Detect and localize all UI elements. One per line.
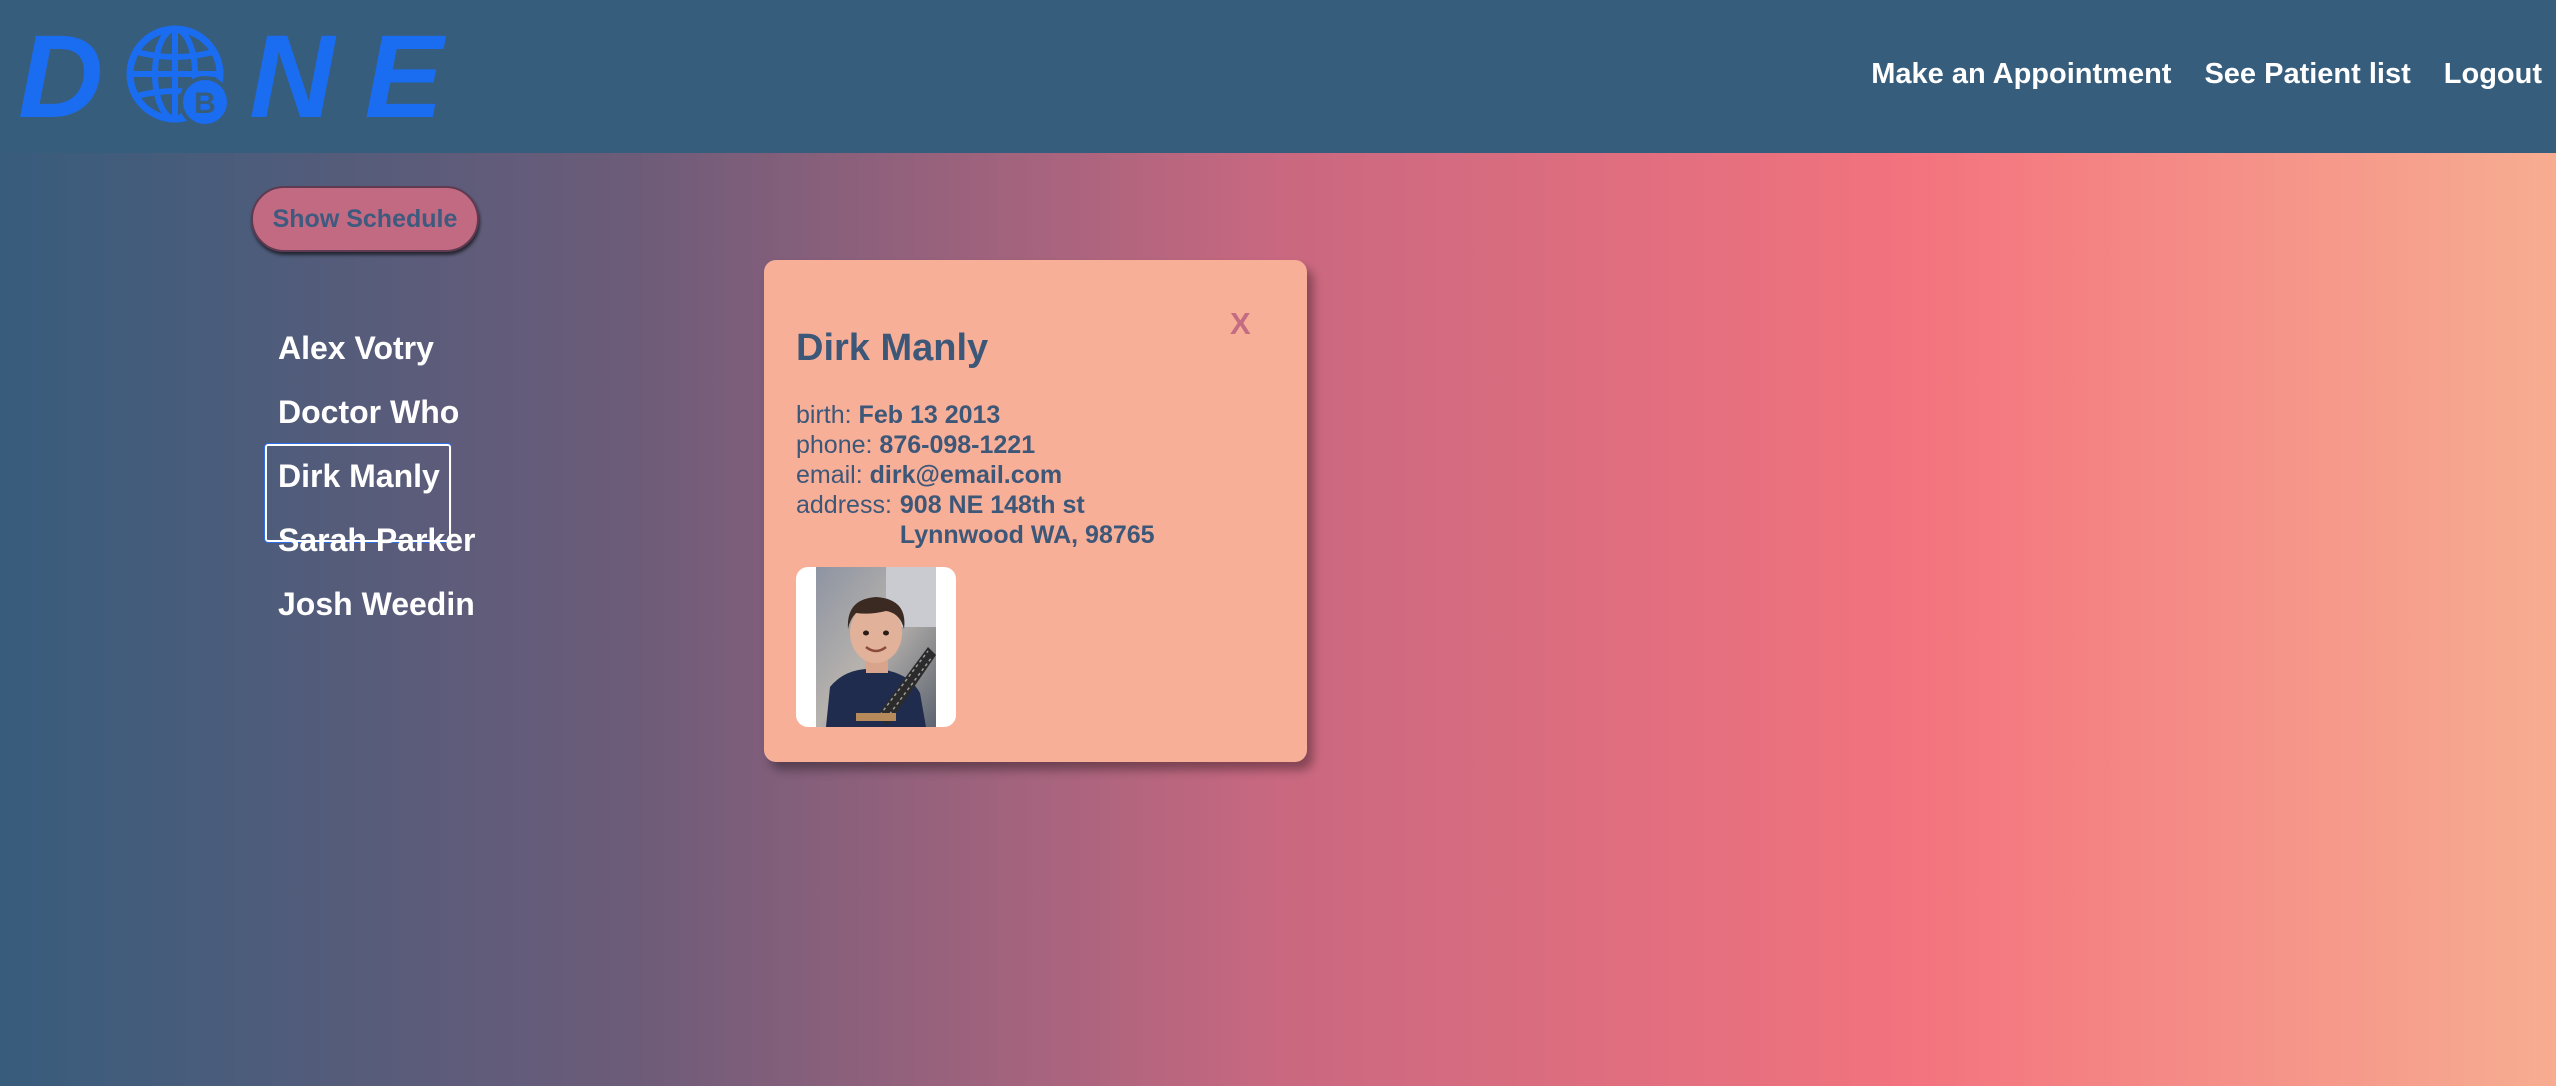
patient-item-dirk-manly[interactable]: Dirk Manly — [263, 443, 475, 543]
phone-label: phone: — [796, 431, 873, 459]
address-row: address: 908 NE 148th st Lynnwood WA, 98… — [796, 490, 1155, 550]
patient-item-doctor-who[interactable]: Doctor Who — [265, 384, 475, 448]
patient-name-heading: Dirk Manly — [796, 327, 989, 369]
top-header: D B N E Make an Appointment See Patient … — [0, 0, 2556, 153]
birth-value: Feb 13 2013 — [858, 401, 1001, 429]
logo[interactable]: D B N E — [18, 11, 444, 143]
logo-letter-e: E — [364, 11, 444, 143]
patient-item-josh-weedin[interactable]: Josh Weedin — [265, 576, 475, 640]
patient-detail-card: X Dirk Manly birth: Feb 13 2013 phone: 8… — [764, 260, 1307, 762]
birth-row: birth: Feb 13 2013 — [796, 400, 1155, 430]
address-line1: 908 NE 148th st — [899, 491, 1085, 519]
show-schedule-button[interactable]: Show Schedule — [251, 186, 479, 252]
globe-bitcoin-icon: B — [125, 22, 235, 132]
patient-item-sarah-parker[interactable]: Sarah Parker — [265, 512, 475, 576]
phone-row: phone: 876-098-1221 — [796, 430, 1155, 460]
birth-label: birth: — [796, 401, 852, 429]
email-label: email: — [796, 461, 863, 489]
patient-item-alex-votry[interactable]: Alex Votry — [265, 320, 475, 384]
address-label: address: — [796, 491, 892, 519]
nav-make-appointment[interactable]: Make an Appointment — [1871, 52, 2171, 97]
patient-photo-image — [816, 567, 936, 727]
close-button[interactable]: X — [1230, 306, 1251, 342]
patient-list: Alex Votry Doctor Who Dirk Manly Sarah P… — [263, 320, 475, 640]
email-row: email: dirk@email.com — [796, 460, 1155, 490]
logo-letter-d: D — [18, 11, 104, 143]
address-line2: Lynnwood WA, 98765 — [899, 521, 1155, 549]
main-nav: Make an Appointment See Patient list Log… — [1871, 52, 2542, 97]
email-value: dirk@email.com — [869, 461, 1063, 489]
phone-value: 876-098-1221 — [879, 431, 1036, 459]
svg-text:B: B — [194, 87, 216, 120]
patient-photo — [796, 567, 956, 727]
patient-details: birth: Feb 13 2013 phone: 876-098-1221 e… — [796, 400, 1155, 550]
nav-see-patient-list[interactable]: See Patient list — [2204, 52, 2410, 97]
logo-letter-n: N — [249, 11, 335, 143]
nav-logout[interactable]: Logout — [2444, 52, 2542, 97]
address-values: 908 NE 148th st Lynnwood WA, 98765 — [900, 490, 1155, 550]
